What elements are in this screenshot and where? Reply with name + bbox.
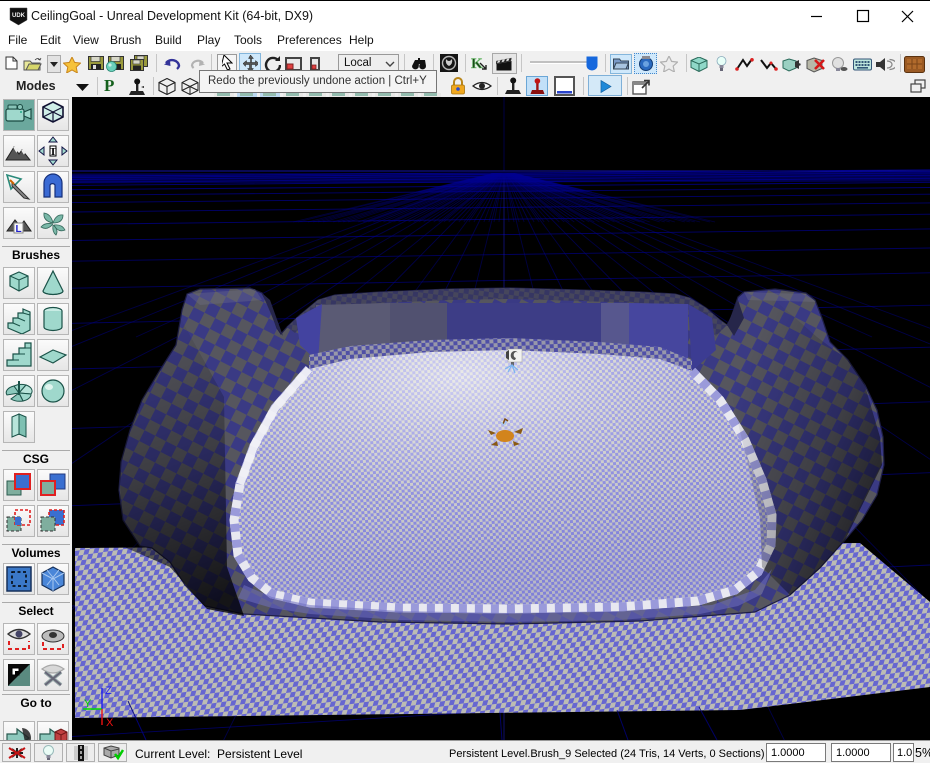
svg-text:T: T [49, 146, 57, 158]
svg-text:L: L [15, 224, 21, 235]
svg-text:X: X [106, 717, 114, 729]
svg-text:Y: Y [84, 698, 92, 710]
svg-text:Z: Z [105, 685, 112, 697]
svg-text:UDK: UDK [12, 13, 26, 19]
